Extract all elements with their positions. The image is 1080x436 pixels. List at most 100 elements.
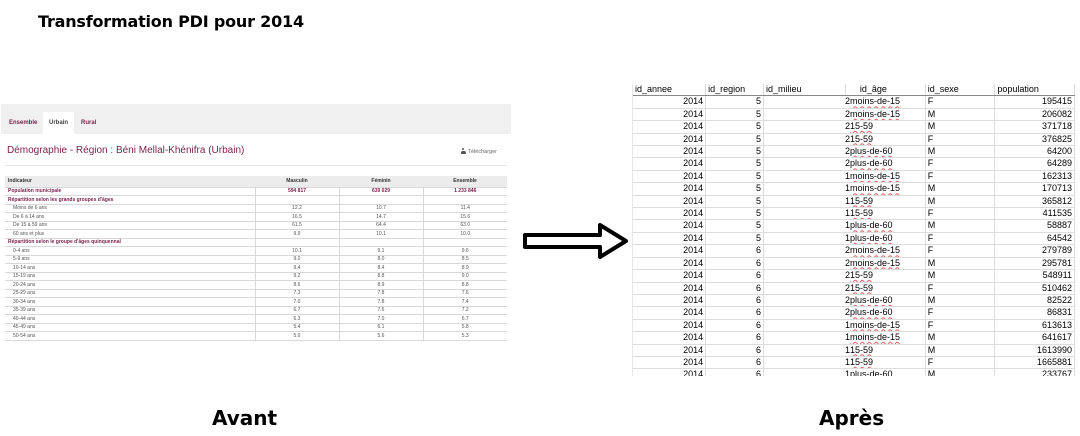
value-cell: 7.3 bbox=[254, 289, 339, 298]
milieu-cell: 215-59 bbox=[763, 133, 926, 147]
year-cell: 2014 bbox=[633, 232, 707, 246]
milieu-value: 1 bbox=[844, 220, 850, 231]
milieu-cell: 1moins-de-15 bbox=[763, 331, 926, 345]
value-cell: 8.8 bbox=[338, 272, 423, 281]
table-row: 2014 6 115-59 F 1665881 bbox=[633, 356, 1075, 370]
milieu-cell: 2plus-de-60 bbox=[763, 145, 926, 159]
age-value: plus-de-60 bbox=[849, 307, 893, 318]
milieu-cell: 1plus-de-60 bbox=[763, 368, 926, 376]
age-value: plus-de-60 bbox=[849, 294, 893, 305]
age-value: plus-de-60 bbox=[849, 158, 893, 169]
milieu-cell: 215-59 bbox=[763, 282, 926, 295]
region-cell: 6 bbox=[705, 356, 764, 370]
milieu-value: 1 bbox=[844, 319, 850, 330]
milieu-cell: 215-59 bbox=[763, 120, 926, 134]
milieu-value: 1 bbox=[844, 170, 850, 181]
population-cell: 365812 bbox=[994, 195, 1075, 209]
region-cell: 5 bbox=[705, 207, 764, 221]
year-cell: 2014 bbox=[633, 282, 707, 295]
table-row: 2014 6 2plus-de-60 M 82522 bbox=[633, 294, 1075, 308]
value-cell: 9.6 bbox=[422, 246, 507, 256]
region-cell: 5 bbox=[705, 145, 764, 159]
milieu-cell: 115-59 bbox=[763, 344, 926, 357]
indicator-cell: 50-54 ans bbox=[5, 331, 255, 341]
region-cell: 5 bbox=[705, 182, 764, 196]
value-cell: 9.0 bbox=[254, 255, 339, 264]
table-row: Population municipale 594 817 639 029 1 233… bbox=[5, 187, 507, 196]
caption-after: Après bbox=[819, 406, 885, 430]
value-cell bbox=[422, 238, 507, 247]
value-cell: 8.4 bbox=[338, 263, 423, 273]
value-cell: 5.4 bbox=[254, 323, 339, 332]
milieu-value: 1 bbox=[844, 232, 850, 243]
milieu-cell: 1plus-de-60 bbox=[763, 219, 926, 233]
population-cell: 376825 bbox=[994, 133, 1075, 147]
column-header: Féminin bbox=[339, 176, 423, 188]
milieu-cell: 2plus-de-60 bbox=[763, 306, 926, 320]
table-row: 2014 5 1plus-de-60 F 64542 bbox=[633, 232, 1075, 246]
year-cell: 2014 bbox=[633, 331, 707, 345]
table-header-row: Indicateur Masculin Féminin Ensemble bbox=[5, 176, 507, 188]
value-cell: 7.8 bbox=[338, 289, 423, 298]
milieu-value: 2 bbox=[844, 282, 850, 293]
sex-cell: M bbox=[925, 368, 996, 376]
year-cell: 2014 bbox=[633, 244, 707, 258]
region-cell: 5 bbox=[705, 133, 764, 147]
milieu-tabs: Ensemble Urbain Rural bbox=[1, 104, 511, 134]
value-cell: 64.4 bbox=[338, 221, 423, 230]
milieu-cell: 1moins-de-15 bbox=[763, 170, 926, 184]
table-row: 5-9 ans 9.0 8.0 8.5 bbox=[5, 255, 507, 264]
table-row: 25-29 ans 7.3 7.8 7.6 bbox=[5, 289, 507, 298]
milieu-value: 2 bbox=[844, 96, 850, 107]
year-cell: 2014 bbox=[633, 306, 707, 320]
sex-cell: M bbox=[925, 331, 996, 345]
age-value: plus-de-60 bbox=[849, 220, 893, 231]
table-row: 2014 5 1moins-de-15 F 162313 bbox=[633, 170, 1075, 184]
age-value: 15-59 bbox=[849, 208, 873, 219]
tab-urbain[interactable]: Urbain bbox=[43, 112, 75, 134]
value-cell: 7.8 bbox=[338, 297, 423, 307]
milieu-value: 2 bbox=[844, 133, 850, 144]
milieu-value: 2 bbox=[844, 146, 850, 157]
milieu-value: 1 bbox=[844, 369, 850, 376]
download-button[interactable]: Télécharger bbox=[460, 148, 497, 155]
region-cell: 5 bbox=[705, 219, 764, 233]
milieu-cell: 2plus-de-60 bbox=[763, 157, 926, 171]
sex-cell: M bbox=[925, 344, 996, 357]
year-cell: 2014 bbox=[633, 108, 707, 122]
table-row: 2014 5 1plus-de-60 M 58887 bbox=[633, 219, 1075, 233]
indicator-cell: 30-34 ans bbox=[5, 297, 255, 307]
value-cell: 63.0 bbox=[422, 221, 507, 230]
table-row: 10-14 ans 9.4 8.4 8.9 bbox=[5, 263, 507, 273]
tab-rural[interactable]: Rural bbox=[75, 112, 102, 134]
sex-cell: M bbox=[925, 269, 996, 283]
indicator-cell: De 15 à 59 ans bbox=[5, 221, 255, 230]
table-row: 2014 6 1moins-de-15 M 641617 bbox=[633, 331, 1075, 345]
sex-cell: F bbox=[925, 319, 996, 333]
arrow-right-icon bbox=[523, 223, 628, 259]
indicator-cell: De 6 à 14 ans bbox=[5, 212, 255, 222]
value-cell bbox=[254, 238, 339, 247]
value-cell: 7.6 bbox=[422, 289, 507, 298]
age-value: moins-de-15 bbox=[849, 108, 900, 119]
milieu-value: 1 bbox=[844, 183, 850, 194]
age-value: moins-de-15 bbox=[849, 245, 900, 256]
indicator-cell: 35-39 ans bbox=[5, 306, 255, 315]
age-value: 15-59 bbox=[849, 270, 873, 281]
before-screenshot: Ensemble Urbain Rural Démographie - Régi… bbox=[1, 104, 511, 358]
table-row: Répartition selon les grands groupes d'â… bbox=[5, 195, 507, 205]
tab-ensemble[interactable]: Ensemble bbox=[3, 112, 43, 134]
region-cell: 5 bbox=[705, 157, 764, 171]
year-cell: 2014 bbox=[633, 344, 707, 357]
sex-cell: F bbox=[925, 232, 996, 246]
age-value: moins-de-15 bbox=[849, 319, 900, 330]
value-cell: 5.3 bbox=[422, 331, 507, 341]
value-cell: 5.6 bbox=[338, 331, 423, 341]
demography-title: Démographie - Région : Béni Mellal-Khéni… bbox=[7, 145, 245, 156]
milieu-cell: 2moins-de-15 bbox=[763, 95, 926, 109]
table-row: 35-39 ans 6.7 7.6 7.2 bbox=[5, 306, 507, 315]
sex-cell: M bbox=[925, 182, 996, 196]
year-cell: 2014 bbox=[633, 294, 707, 308]
download-label: Télécharger bbox=[467, 149, 497, 155]
sex-cell: F bbox=[925, 356, 996, 370]
